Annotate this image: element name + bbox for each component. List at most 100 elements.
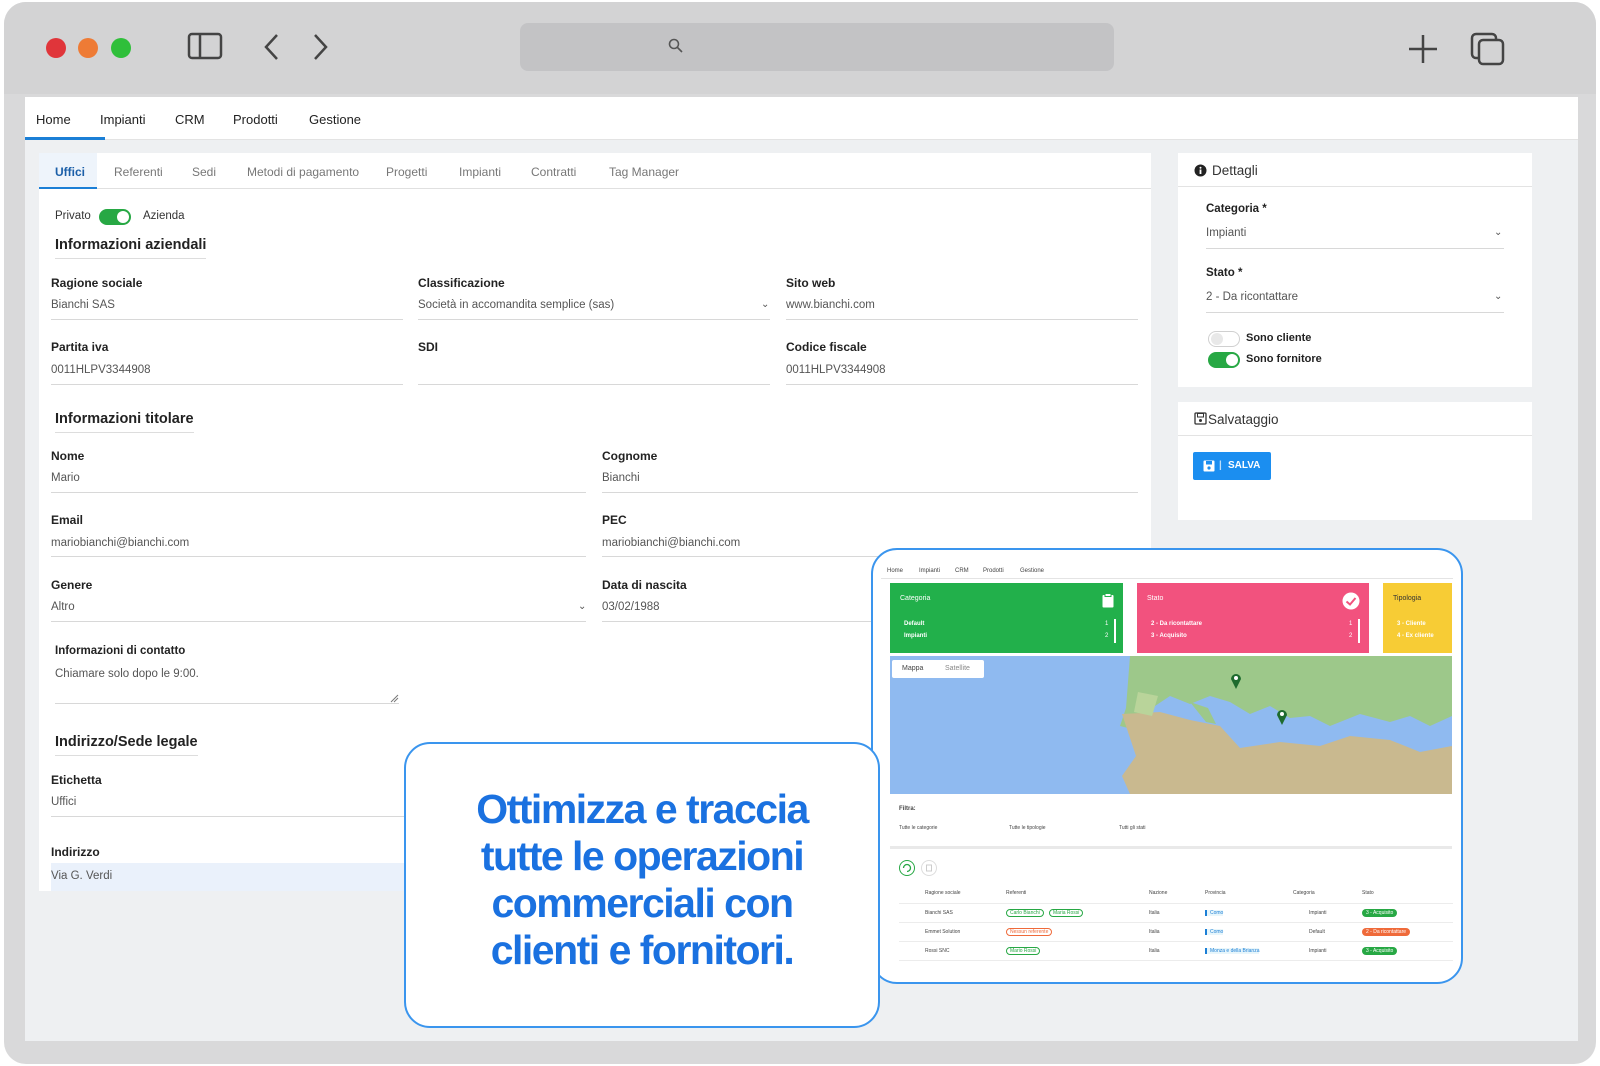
tile-categoria: Categoria Default 1 Impianti 2 — [890, 583, 1123, 653]
new-tab-icon[interactable] — [1406, 32, 1440, 66]
sono-cliente-toggle[interactable] — [1208, 331, 1240, 347]
dashboard-preview-card: Home Impianti CRM Prodotti Gestione Cate… — [871, 548, 1463, 984]
minimize-window-button[interactable] — [78, 38, 98, 58]
nav-crm[interactable]: CRM — [175, 112, 205, 127]
save-button-label: SALVA — [1228, 460, 1261, 471]
resize-handle-icon[interactable] — [390, 694, 399, 703]
address-bar[interactable] — [520, 23, 1114, 71]
field-underline — [602, 556, 882, 557]
table-row[interactable]: Bianchi SAS Carlo Bianchi Maria Rossi It… — [899, 904, 1453, 923]
mini-nav-crm: CRM — [955, 568, 969, 574]
genere-select[interactable]: Altro — [51, 601, 75, 613]
forward-icon[interactable] — [310, 32, 330, 62]
promo-card: Ottimizza e traccia tutte le operazioni … — [404, 742, 880, 1028]
nav-gestione[interactable]: Gestione — [309, 112, 361, 127]
ragione-sociale-field[interactable]: Bianchi SAS — [51, 299, 115, 311]
field-underline — [786, 384, 1138, 385]
etichetta-field[interactable]: Uffici — [51, 796, 76, 808]
save-button[interactable]: | SALVA — [1193, 452, 1271, 480]
maximize-window-button[interactable] — [111, 38, 131, 58]
sono-fornitore-label: Sono fornitore — [1246, 353, 1322, 365]
map-pin-icon[interactable] — [1276, 708, 1288, 726]
nav-active-indicator — [25, 137, 105, 140]
indirizzo-field[interactable]: Via G. Verdi — [51, 870, 112, 882]
label-nome: Nome — [51, 449, 85, 463]
check-circle-icon — [1342, 592, 1360, 610]
sidebar-toggle-icon[interactable] — [187, 32, 223, 60]
refresh-icon[interactable] — [899, 860, 915, 876]
tab-progetti[interactable]: Progetti — [386, 165, 427, 179]
toggle-label-azienda: Azienda — [143, 210, 185, 222]
filter-label: Filtra: — [899, 806, 916, 812]
codice-fiscale-field[interactable]: 0011HLPV3344908 — [786, 364, 886, 376]
map-tab-satellite[interactable]: Satellite — [945, 665, 970, 672]
search-icon — [668, 38, 683, 53]
floppy-disk-icon — [1194, 412, 1207, 425]
mini-nav-prodotti: Prodotti — [983, 568, 1004, 574]
label-classificazione: Classificazione — [418, 276, 505, 290]
table-row[interactable]: Emmet Solution Nessun referente Italia C… — [899, 923, 1453, 942]
nav-impianti[interactable]: Impianti — [100, 112, 146, 127]
privato-azienda-toggle[interactable] — [99, 209, 131, 225]
promo-headline: Ottimizza e traccia tutte le operazioni … — [476, 786, 809, 973]
cognome-field[interactable]: Bianchi — [602, 472, 640, 484]
delete-icon[interactable] — [921, 860, 937, 876]
tab-tag-manager[interactable]: Tag Manager — [609, 165, 679, 179]
field-underline — [1206, 312, 1504, 313]
tab-overview-icon[interactable] — [1470, 32, 1506, 66]
field-underline — [51, 621, 586, 622]
label-cognome: Cognome — [602, 449, 658, 463]
toggle-label-privato: Privato — [55, 210, 91, 222]
email-field[interactable]: mariobianchi@bianchi.com — [51, 537, 189, 549]
label-sito-web: Sito web — [786, 276, 836, 290]
stato-select[interactable]: 2 - Da ricontattare — [1206, 291, 1298, 303]
mini-nav-gestione: Gestione — [1020, 568, 1045, 574]
informazioni-contatto-textarea[interactable]: Chiamare solo dopo le 9:00. — [55, 668, 199, 680]
label-indirizzo: Indirizzo — [51, 845, 100, 859]
filter-stati[interactable]: Tutti gli stati — [1119, 825, 1146, 831]
mini-nav-impianti: Impianti — [919, 568, 941, 574]
field-underline — [51, 384, 403, 385]
tab-uffici[interactable]: Uffici — [55, 165, 85, 179]
map-tab-mappa[interactable]: Mappa — [902, 665, 923, 672]
tab-impianti[interactable]: Impianti — [459, 165, 501, 179]
field-underline — [51, 492, 586, 493]
sito-web-field[interactable]: www.bianchi.com — [786, 299, 875, 311]
data-nascita-field[interactable]: 03/02/1988 — [602, 601, 660, 613]
table-row[interactable]: Rossi SNC Mario Rossi Italia Monza e del… — [899, 942, 1453, 961]
section-title-indirizzo: Indirizzo/Sede legale — [55, 734, 198, 756]
close-window-button[interactable] — [46, 38, 66, 58]
tile-stato-title: Stato — [1147, 595, 1164, 602]
back-icon[interactable] — [262, 32, 282, 62]
section-title-aziendali: Informazioni aziendali — [55, 237, 207, 259]
label-etichetta: Etichetta — [51, 773, 102, 787]
nav-home[interactable]: Home — [36, 112, 71, 127]
tab-metodi-pagamento[interactable]: Metodi di pagamento — [247, 165, 359, 179]
section-title-titolare: Informazioni titolare — [55, 411, 194, 433]
classificazione-select[interactable]: Società in accomandita semplice (sas) — [418, 299, 614, 311]
browser-titlebar — [4, 2, 1596, 94]
button-divider: | — [1219, 460, 1222, 471]
chevron-down-icon: ⌄ — [578, 601, 587, 612]
map-type-switch: Mappa Satellite — [892, 660, 984, 678]
filter-tipologie[interactable]: Tutte le tipologie — [1009, 825, 1046, 831]
filter-divider — [890, 846, 1452, 849]
tab-referenti[interactable]: Referenti — [114, 165, 163, 179]
filter-categorie[interactable]: Tutte le categorie — [899, 825, 937, 831]
map-view[interactable]: Mappa Satellite — [890, 656, 1452, 794]
label-categoria: Categoria * — [1206, 203, 1267, 215]
pec-field[interactable]: mariobianchi@bianchi.com — [602, 537, 740, 549]
nav-prodotti[interactable]: Prodotti — [233, 112, 278, 127]
nome-field[interactable]: Mario — [51, 472, 80, 484]
label-partita-iva: Partita iva — [51, 340, 109, 354]
partita-iva-field[interactable]: 0011HLPV3344908 — [51, 364, 151, 376]
tab-sedi[interactable]: Sedi — [192, 165, 216, 179]
mini-nav-home: Home — [887, 568, 904, 574]
field-underline — [602, 492, 1138, 493]
sono-fornitore-toggle[interactable] — [1208, 352, 1240, 368]
label-stato: Stato * — [1206, 267, 1243, 279]
field-underline — [51, 319, 403, 320]
map-pin-icon[interactable] — [1230, 672, 1242, 690]
categoria-select[interactable]: Impianti — [1206, 227, 1246, 239]
tab-contratti[interactable]: Contratti — [531, 165, 576, 179]
